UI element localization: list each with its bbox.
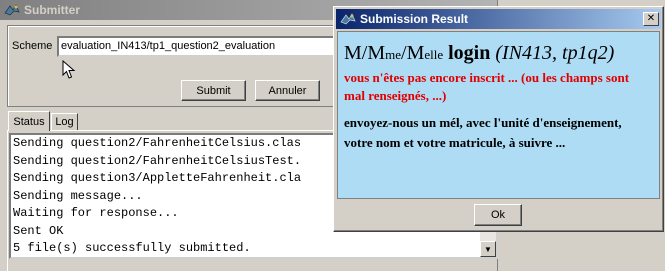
- message-area: M/Mme/Melle login (IN413, tp1q2) vous n'…: [337, 31, 660, 199]
- mouse-cursor-icon: [62, 60, 76, 79]
- message-heading: M/Mme/Melle login (IN413, tp1q2): [344, 42, 653, 65]
- tab-status[interactable]: Status: [8, 111, 50, 131]
- ok-button[interactable]: Ok: [474, 204, 522, 226]
- tab-log[interactable]: Log: [51, 113, 78, 130]
- submitter-title: Submitter: [24, 3, 81, 17]
- dialog-titlebar[interactable]: Submission Result: [336, 9, 661, 29]
- app-icon: [340, 13, 356, 25]
- heading-part: me: [385, 47, 402, 62]
- heading-login: login: [443, 42, 496, 64]
- heading-part: /M: [401, 42, 425, 64]
- scroll-down-icon[interactable]: ▼: [480, 241, 496, 257]
- heading-course: (IN413, tp1q2): [495, 42, 615, 64]
- app-icon: [4, 4, 20, 16]
- submission-result-dialog: Submission Result ✕ M/Mme/Melle login (I…: [333, 6, 664, 232]
- dialog-title: Submission Result: [360, 12, 469, 26]
- instruction-message: envoyez-nous un mél, avec l'unité d'ense…: [344, 115, 622, 150]
- warning-message: vous n'êtes pas encore inscrit ... (ou l…: [344, 70, 630, 103]
- submit-button[interactable]: Submit: [181, 80, 246, 101]
- heading-part: elle: [424, 47, 444, 62]
- cancel-button[interactable]: Annuler: [255, 80, 320, 101]
- heading-part: M/M: [344, 42, 386, 64]
- console-line: 5 file(s) successfully submitted.: [13, 241, 251, 255]
- scheme-label: Scheme: [12, 40, 53, 52]
- close-icon[interactable]: ✕: [643, 12, 659, 26]
